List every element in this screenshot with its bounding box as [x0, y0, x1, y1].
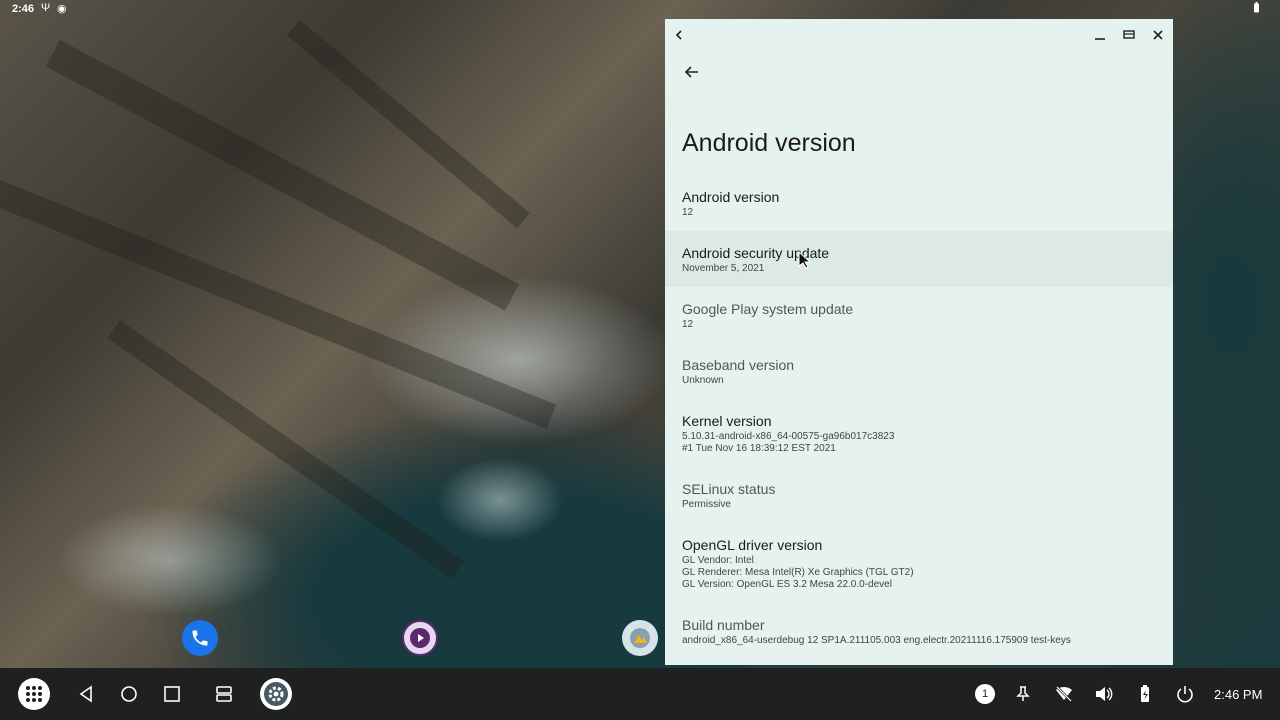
setting-row-play-system-update[interactable]: Google Play system update 12: [665, 289, 1173, 345]
row-value: Permissive: [682, 499, 731, 510]
close-icon[interactable]: [1148, 25, 1168, 45]
settings-window: Android version Android version 12 Andro…: [665, 19, 1173, 665]
taskbar: 1 2:46 PM: [0, 668, 1280, 720]
location-icon: ◉: [57, 3, 67, 15]
back-arrow-icon[interactable]: [681, 61, 703, 83]
setting-row-opengl-driver[interactable]: OpenGL driver version GL Vendor: Intel G…: [665, 525, 1173, 605]
row-title: Kernel version: [682, 413, 772, 429]
row-value-line: 5.10.31-android-x86_64-00575-ga96b017c38…: [682, 431, 895, 442]
setting-row-baseband-version[interactable]: Baseband version Unknown: [665, 345, 1173, 401]
pin-icon[interactable]: [1007, 678, 1039, 710]
status-bar: 2:46 Ψ ◉: [0, 0, 1280, 18]
volume-icon[interactable]: [1088, 678, 1120, 710]
phone-icon[interactable]: [182, 620, 218, 656]
row-value: 12: [682, 319, 694, 330]
home-icon[interactable]: [113, 678, 145, 710]
row-title: SELinux status: [682, 481, 776, 497]
minimize-icon[interactable]: [1090, 25, 1110, 45]
split-screen-icon[interactable]: [208, 678, 240, 710]
page-title: Android version: [682, 129, 856, 157]
row-title: Baseband version: [682, 357, 795, 373]
wifi-off-icon[interactable]: [1048, 678, 1080, 710]
battery-charging-icon[interactable]: [1129, 678, 1161, 710]
row-value-line: #1 Tue Nov 16 18:39:12 EST 2021: [682, 443, 836, 454]
row-title: OpenGL driver version: [682, 537, 823, 553]
setting-row-selinux-status[interactable]: SELinux status Permissive: [665, 469, 1173, 525]
photos-app-icon[interactable]: [622, 620, 658, 656]
recents-icon[interactable]: [156, 678, 188, 710]
power-icon[interactable]: [1169, 678, 1201, 710]
row-value-line: GL Version: OpenGL ES 3.2 Mesa 22.0.0-de…: [682, 579, 892, 590]
setting-row-build-number[interactable]: Build number android_x86_64-userdebug 12…: [665, 607, 1173, 663]
settings-icon[interactable]: [260, 678, 292, 710]
taskbar-clock[interactable]: 2:46 PM: [1214, 687, 1262, 702]
video-player-icon[interactable]: [402, 620, 438, 656]
row-value: November 5, 2021: [682, 263, 765, 274]
mouse-cursor-icon: [798, 250, 812, 274]
row-value-line: GL Vendor: Intel: [682, 555, 754, 566]
battery-icon: [1253, 2, 1260, 16]
notification-count-badge[interactable]: 1: [975, 684, 995, 704]
row-title: Build number: [682, 617, 765, 633]
chevron-left-icon[interactable]: [669, 25, 689, 45]
usb-icon: Ψ: [41, 2, 51, 14]
row-value-line: GL Renderer: Mesa Intel(R) Xe Graphics (…: [682, 567, 914, 578]
setting-row-android-version[interactable]: Android version 12: [665, 177, 1173, 233]
row-value: 12: [682, 207, 694, 218]
status-time: 2:46: [12, 3, 35, 15]
row-value: android_x86_64-userdebug 12 SP1A.211105.…: [682, 635, 1071, 646]
setting-row-kernel-version[interactable]: Kernel version 5.10.31-android-x86_64-00…: [665, 401, 1173, 469]
window-titlebar: [665, 19, 1173, 49]
row-value: Unknown: [682, 375, 724, 386]
app-drawer-icon[interactable]: [18, 678, 50, 710]
maximize-icon[interactable]: [1119, 25, 1139, 45]
row-title: Android version: [682, 189, 780, 205]
row-title: Google Play system update: [682, 301, 854, 317]
setting-row-security-update[interactable]: Android security update November 5, 2021: [665, 231, 1173, 287]
back-icon[interactable]: [70, 678, 102, 710]
